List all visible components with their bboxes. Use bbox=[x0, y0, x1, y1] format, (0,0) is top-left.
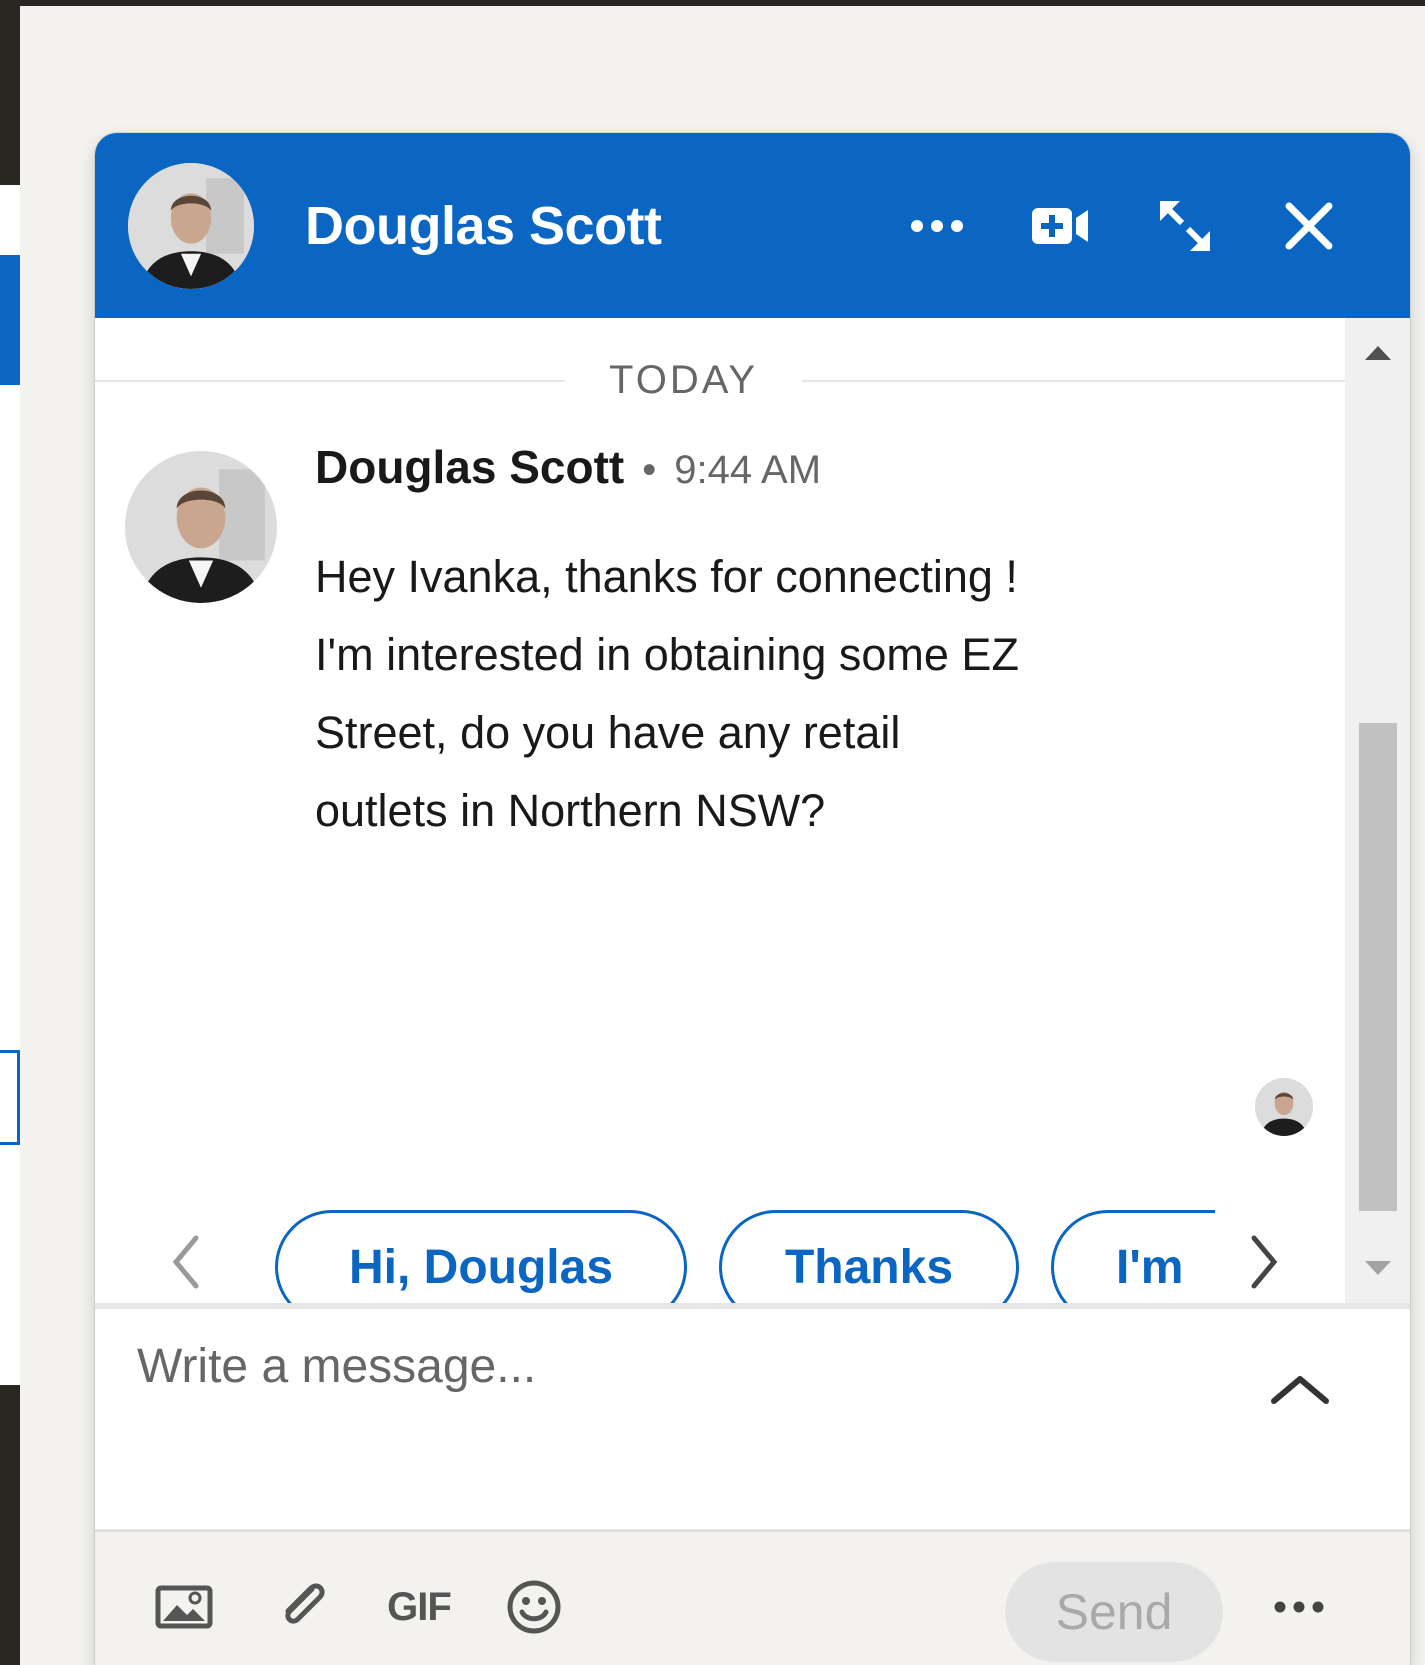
attach-image-button[interactable] bbox=[145, 1568, 223, 1646]
chevron-right-icon bbox=[1251, 1235, 1278, 1289]
emoji-button[interactable] bbox=[495, 1568, 573, 1646]
send-button[interactable]: Send bbox=[1005, 1562, 1223, 1662]
day-label: TODAY bbox=[609, 358, 759, 402]
video-call-button[interactable] bbox=[1020, 185, 1102, 267]
message-body: Hey Ivanka, thanks for connecting ! I'm … bbox=[315, 551, 1019, 836]
chevron-left-icon bbox=[172, 1235, 199, 1289]
chat-window: Douglas Scott TODAY Douglas Scott • 9:44… bbox=[95, 133, 1410, 1665]
close-window-button[interactable] bbox=[1268, 185, 1350, 267]
attach-file-button[interactable] bbox=[265, 1568, 343, 1646]
expand-arrows-icon bbox=[1160, 200, 1210, 251]
avatar[interactable] bbox=[125, 159, 257, 292]
background-panel-edge bbox=[0, 385, 20, 1385]
close-icon bbox=[1285, 202, 1333, 249]
more-options-button[interactable] bbox=[896, 185, 978, 267]
ellipsis-icon bbox=[911, 219, 963, 232]
more-compose-options-button[interactable] bbox=[1260, 1568, 1338, 1646]
expand-composer-button[interactable] bbox=[1260, 1359, 1340, 1419]
expand-window-button[interactable] bbox=[1144, 185, 1226, 267]
ellipsis-icon bbox=[1274, 1601, 1324, 1613]
chat-header[interactable]: Douglas Scott bbox=[95, 133, 1410, 318]
composer-toolbar: GIF Send bbox=[95, 1529, 1410, 1665]
video-plus-icon bbox=[1032, 207, 1088, 244]
scroll-up-button[interactable] bbox=[1345, 328, 1410, 378]
message-time: 9:44 AM bbox=[674, 448, 822, 492]
background-input-edge bbox=[0, 1050, 20, 1145]
person-photo-icon bbox=[1255, 1078, 1313, 1136]
image-icon bbox=[155, 1585, 213, 1629]
chevron-up-icon bbox=[1271, 1376, 1329, 1404]
triangle-down-icon bbox=[1364, 1261, 1391, 1275]
message-sender[interactable]: Douglas Scott bbox=[315, 440, 624, 494]
emoji-icon bbox=[507, 1580, 561, 1634]
message-header: Douglas Scott • 9:44 AM bbox=[315, 440, 821, 494]
chat-title[interactable]: Douglas Scott bbox=[305, 195, 896, 257]
scroll-down-button[interactable] bbox=[1345, 1243, 1410, 1293]
message-input[interactable] bbox=[137, 1339, 1167, 1499]
gif-button[interactable]: GIF bbox=[380, 1568, 458, 1646]
scroll-thumb[interactable] bbox=[1359, 723, 1397, 1211]
background-panel-edge bbox=[0, 255, 20, 385]
person-photo-icon bbox=[125, 451, 277, 603]
suggestions-prev-button[interactable] bbox=[155, 1222, 215, 1302]
day-separator: TODAY bbox=[95, 358, 1345, 403]
gif-label: GIF bbox=[387, 1584, 452, 1629]
composer bbox=[95, 1309, 1410, 1529]
message-separator: • bbox=[642, 448, 657, 492]
triangle-up-icon bbox=[1364, 346, 1391, 360]
suggestions-next-button[interactable] bbox=[1235, 1222, 1295, 1302]
message-scrollbar[interactable] bbox=[1345, 318, 1410, 1303]
background-panel-edge bbox=[0, 185, 20, 255]
message-list[interactable]: TODAY Douglas Scott • 9:44 AM Hey Ivanka… bbox=[95, 318, 1345, 1324]
read-receipt-avatar bbox=[1255, 1078, 1313, 1136]
person-photo-icon bbox=[128, 162, 254, 289]
paperclip-icon bbox=[285, 1583, 325, 1624]
sender-avatar[interactable] bbox=[125, 451, 277, 603]
